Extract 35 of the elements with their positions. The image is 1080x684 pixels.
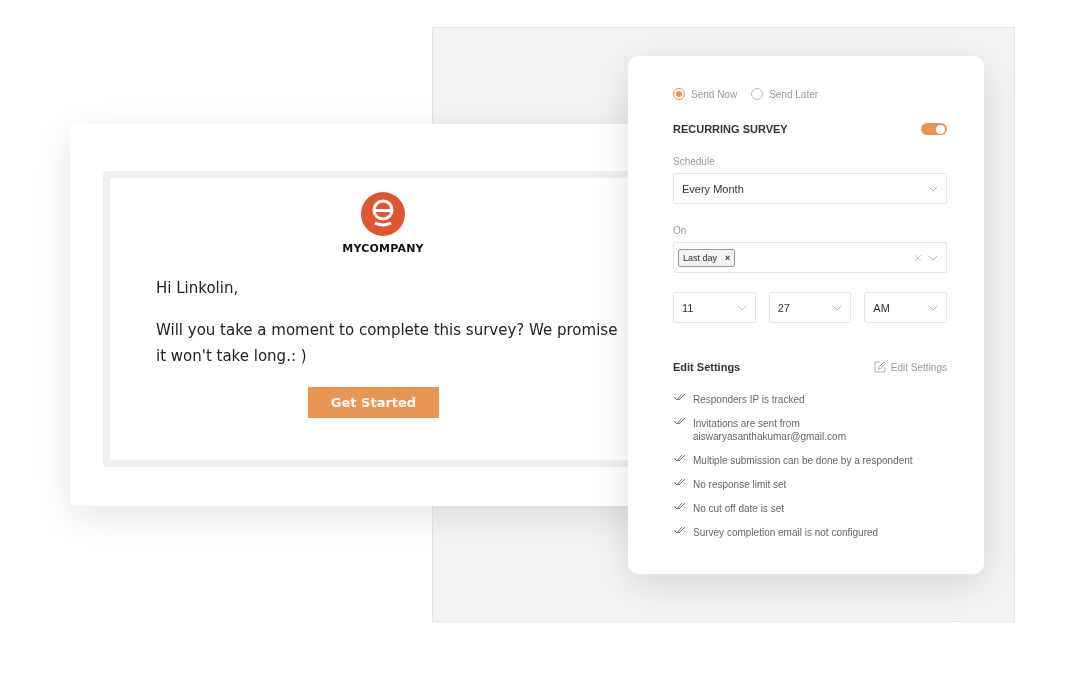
setting-text: Invitations are sent from aiswaryasanthakumar@gmail.com (693, 417, 847, 443)
recurring-label: RECURRING SURVEY (673, 123, 789, 135)
clear-icon[interactable] (914, 253, 922, 262)
double-check-icon (673, 417, 687, 425)
greeting-text: Hi Linkolin, (156, 279, 240, 297)
recurring-toggle[interactable] (921, 123, 947, 135)
on-label: On (673, 225, 688, 236)
time-select[interactable]: AM (864, 292, 947, 323)
logo-icon (361, 192, 405, 236)
setting-text: Survey completion email is not configured (693, 526, 880, 539)
setting-text: Responders IP is tracked (693, 393, 806, 406)
double-check-icon (673, 502, 687, 510)
chevron-icon (736, 304, 747, 311)
edit-icon (873, 361, 886, 373)
setting-text: No cut off date is set (693, 502, 785, 515)
tag-remove[interactable]: × (725, 252, 731, 263)
double-check-icon (673, 393, 687, 401)
chevron-icon (928, 304, 938, 311)
chevron-icon (928, 185, 938, 192)
edit-settings-heading: Edit Settings (673, 361, 742, 373)
chevron-icon (928, 254, 938, 261)
chevron-icon (832, 304, 843, 311)
time-select[interactable]: 11 (673, 292, 756, 323)
brand-name: MYCOMPANY (342, 242, 424, 255)
double-check-icon (673, 526, 687, 534)
setting-text: Multiple submission can be done by a respondent (693, 454, 914, 467)
schedule-select[interactable]: Every Month (673, 173, 947, 204)
setting-text: No response limit set (693, 478, 788, 491)
double-check-icon (673, 478, 687, 486)
time-select[interactable]: 27 (768, 292, 852, 323)
day-select[interactable]: Last day × (673, 242, 947, 273)
double-check-icon (673, 454, 687, 462)
message-text: Will you take a moment to complete this survey? We promise it won't take long.: ) (156, 320, 619, 367)
schedule-label: Schedule (673, 156, 716, 167)
tag-text: Last day (683, 252, 718, 263)
